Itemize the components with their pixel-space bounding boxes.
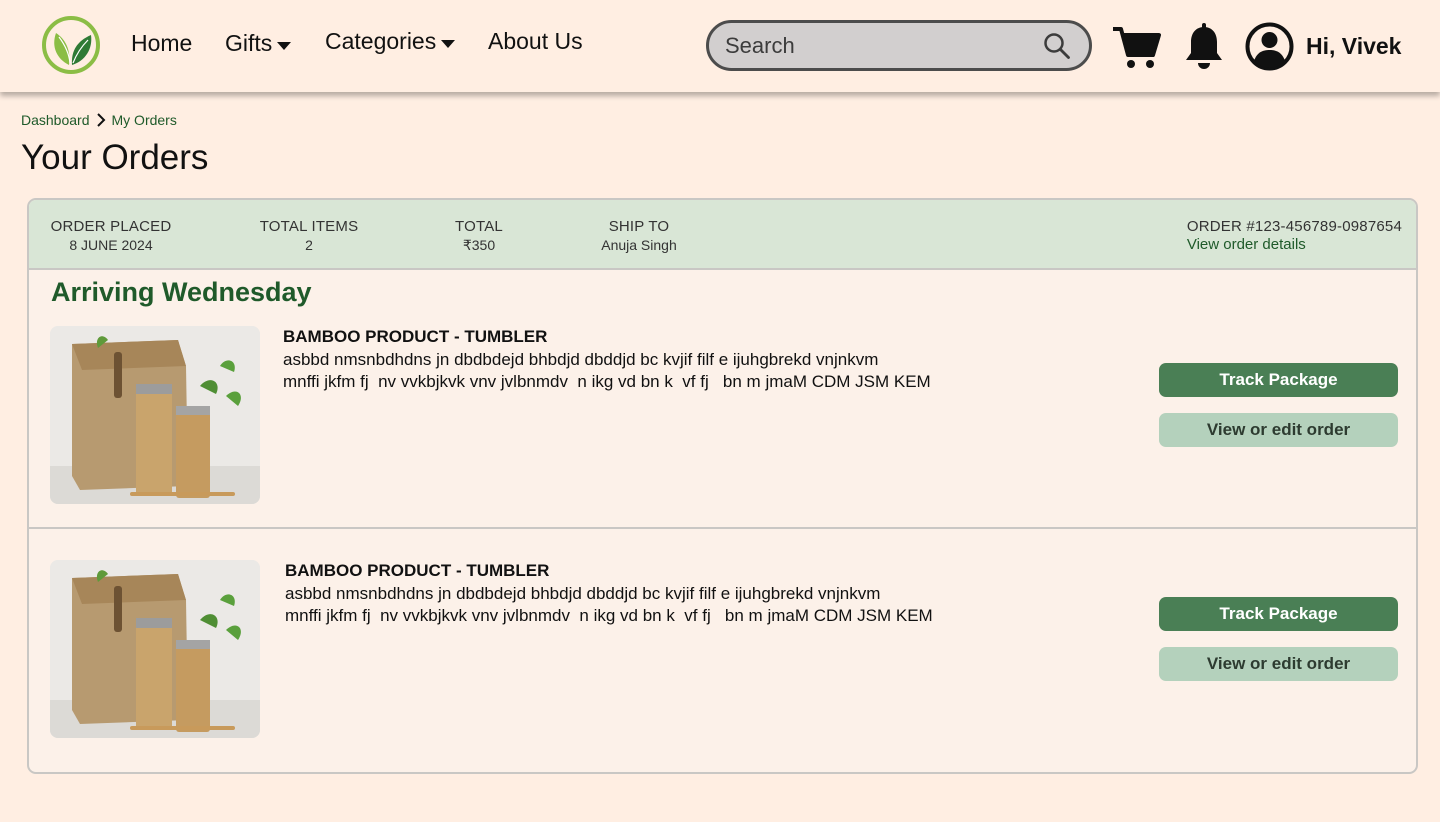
nav-about-us[interactable]: About Us — [488, 28, 583, 55]
product-description: asbbd nmsnbdhdns jn dbdbdejd bhbdjd dbdd… — [283, 349, 931, 393]
order-placed: ORDER PLACED 8 JUNE 2024 — [49, 218, 173, 254]
chevron-right-icon — [96, 113, 105, 127]
nav-gifts-label: Gifts — [225, 30, 273, 56]
search-icon[interactable] — [1043, 32, 1071, 60]
order-number-block: ORDER #123-456789-0987654 View order det… — [1187, 218, 1402, 254]
view-edit-order-button[interactable]: View or edit order — [1159, 413, 1398, 447]
order-header: ORDER PLACED 8 JUNE 2024 TOTAL ITEMS 2 T… — [29, 200, 1416, 270]
caret-down-icon — [277, 41, 292, 50]
leaf-logo-icon[interactable] — [41, 15, 101, 75]
item-divider — [29, 527, 1416, 529]
total-items-label: TOTAL ITEMS — [259, 218, 359, 235]
track-package-button[interactable]: Track Package — [1159, 363, 1398, 397]
ship-to-label: SHIP TO — [608, 218, 670, 235]
product-image[interactable] — [50, 326, 260, 504]
product-photo-icon — [50, 326, 260, 504]
bell-icon[interactable] — [1184, 23, 1224, 71]
total-items: TOTAL ITEMS 2 — [254, 218, 364, 254]
product-description: asbbd nmsnbdhdns jn dbdbdejd bhbdjd dbdd… — [285, 583, 933, 627]
order-total-value: ₹350 — [462, 237, 496, 253]
nav-home-label: Home — [131, 30, 193, 56]
order-placed-label: ORDER PLACED — [50, 218, 172, 235]
product-description-line: mnffi jkfm fj nv vvkbjkvk vnv jvlbnmdv n… — [285, 606, 933, 625]
product-title[interactable]: BAMBOO PRODUCT - TUMBLER — [283, 327, 547, 347]
product-title[interactable]: BAMBOO PRODUCT - TUMBLER — [285, 561, 549, 581]
order-card: ORDER PLACED 8 JUNE 2024 TOTAL ITEMS 2 T… — [27, 198, 1418, 774]
search-bar — [706, 20, 1092, 71]
cart-icon[interactable] — [1111, 25, 1161, 70]
user-avatar-icon[interactable] — [1245, 22, 1294, 71]
ship-to-value: Anuja Singh — [601, 237, 677, 253]
page-title: Your Orders — [21, 138, 209, 177]
total-items-value: 2 — [305, 237, 313, 253]
ship-to: SHIP TO Anuja Singh — [584, 218, 694, 254]
view-edit-order-button[interactable]: View or edit order — [1159, 647, 1398, 681]
caret-down-icon — [441, 39, 456, 48]
breadcrumb-my-orders-link[interactable]: My Orders — [112, 112, 177, 128]
nav-categories-dropdown[interactable]: Categories — [325, 28, 456, 55]
product-description-line: asbbd nmsnbdhdns jn dbdbdejd bhbdjd dbdd… — [283, 350, 879, 369]
track-package-button[interactable]: Track Package — [1159, 597, 1398, 631]
nav-categories-label: Categories — [325, 28, 437, 54]
nav-about-label: About Us — [488, 28, 583, 54]
product-description-line: asbbd nmsnbdhdns jn dbdbdejd bhbdjd dbdd… — [285, 584, 881, 603]
order-total: TOTAL ₹350 — [434, 218, 524, 254]
breadcrumb: Dashboard My Orders — [21, 112, 177, 128]
product-description-line: mnffi jkfm fj nv vvkbjkvk vnv jvlbnmdv n… — [283, 372, 931, 391]
order-placed-value: 8 JUNE 2024 — [69, 237, 153, 253]
nav-gifts-dropdown[interactable]: Gifts — [225, 30, 292, 57]
breadcrumb-dashboard-link[interactable]: Dashboard — [21, 112, 90, 128]
delivery-status: Arriving Wednesday — [51, 277, 312, 307]
user-greeting[interactable]: Hi, Vivek — [1306, 33, 1401, 60]
nav-home[interactable]: Home — [131, 30, 192, 57]
search-input[interactable] — [725, 32, 1025, 59]
order-number: ORDER #123-456789-0987654 — [1186, 218, 1402, 235]
product-image[interactable] — [50, 560, 260, 738]
product-photo-icon — [50, 560, 260, 738]
view-order-details-link[interactable]: View order details — [1187, 236, 1402, 254]
order-total-label: TOTAL — [455, 218, 503, 235]
top-navigation-bar: Home Gifts Categories About Us Hi, Vivek — [0, 0, 1440, 92]
